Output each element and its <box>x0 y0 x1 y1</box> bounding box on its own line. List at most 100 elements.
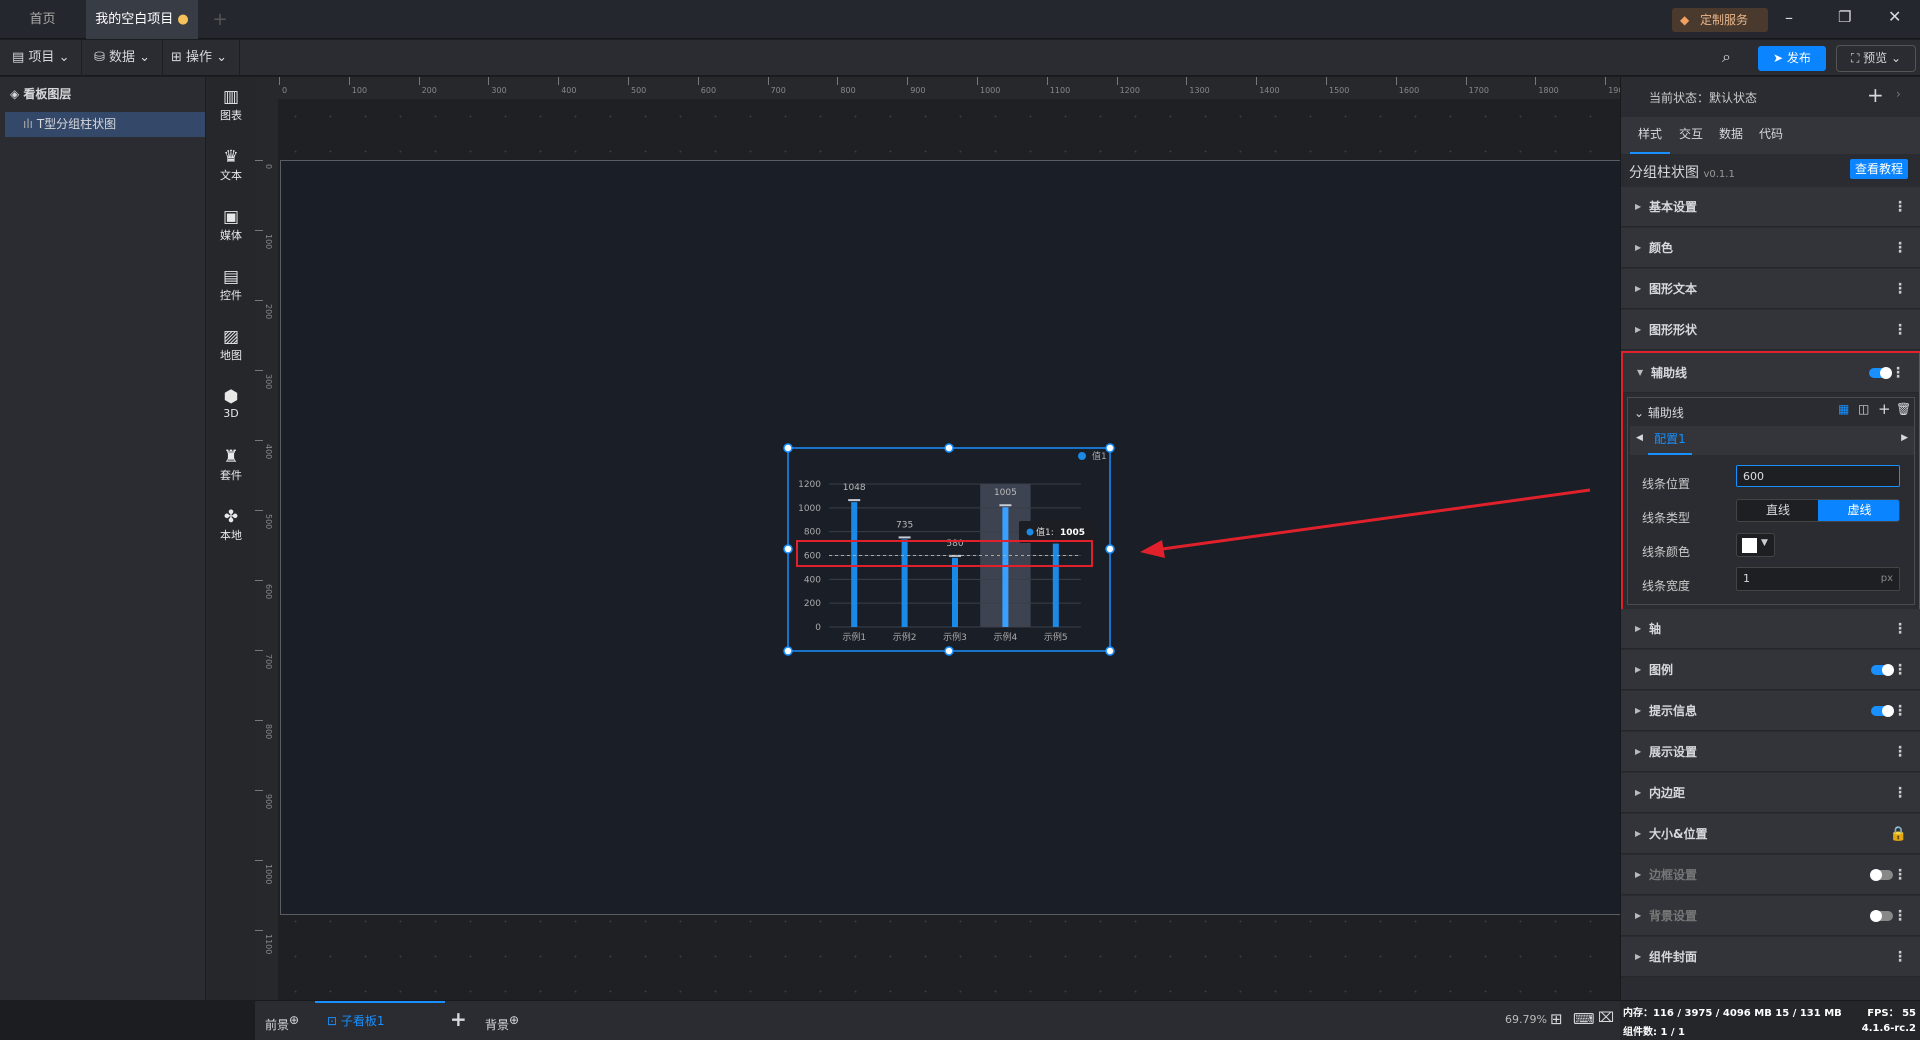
caret-right-icon: ▶ <box>1635 870 1642 879</box>
section-guide[interactable]: ▼ 辅助线 ⋮ <box>1623 353 1919 393</box>
bar-cap <box>999 504 1012 507</box>
resize-handle[interactable] <box>783 646 793 656</box>
add-icon[interactable]: + <box>1878 400 1891 418</box>
add-circle-icon[interactable]: ⊕ <box>509 1013 519 1027</box>
line-color-picker[interactable]: ▼ <box>1736 533 1775 557</box>
section-row[interactable]: ▶ 图形文本 ⋮ <box>1621 269 1920 309</box>
section-toggle[interactable] <box>1870 869 1893 881</box>
y-tick-label: 600 <box>804 552 821 562</box>
tab-style[interactable]: 样式 <box>1630 117 1670 154</box>
section-row[interactable]: ▶ 图例 ⋮ <box>1621 650 1920 690</box>
section-toggle[interactable] <box>1871 705 1894 717</box>
section-row[interactable]: ▶ 提示信息 ⋮ <box>1621 691 1920 731</box>
config-tab[interactable]: 配置1 <box>1648 426 1692 455</box>
add-subboard-button[interactable]: + <box>450 1007 467 1031</box>
background-tab[interactable]: 背景⊕ <box>485 1013 519 1033</box>
more-icon[interactable]: ⋮ <box>1891 353 1905 393</box>
more-icon[interactable]: ⋮ <box>1893 691 1907 731</box>
more-icon[interactable]: ⋮ <box>1893 269 1907 309</box>
subboard-tab[interactable]: ⊡ 子看板1 <box>315 1001 445 1040</box>
tab-code[interactable]: 代码 <box>1751 117 1791 151</box>
section-label: 大小&位置 <box>1649 827 1708 841</box>
resize-handle[interactable] <box>1105 646 1115 656</box>
trash-icon[interactable]: 🗑 <box>1896 402 1911 416</box>
section-row[interactable]: ▶ 边框设置 ⋮ <box>1621 855 1920 895</box>
resize-handle[interactable] <box>944 443 954 453</box>
selection-frame[interactable] <box>787 447 1111 652</box>
y-tick-label: 400 <box>804 575 821 585</box>
guide-sub-title: 辅助线 <box>1647 406 1684 420</box>
legend-marker[interactable] <box>1078 452 1086 460</box>
section-row[interactable]: ▶ 轴 ⋮ <box>1621 609 1920 649</box>
more-icon[interactable]: ⋮ <box>1893 650 1907 690</box>
section-row[interactable]: ▶ 图形形状 ⋮ <box>1621 310 1920 350</box>
lock-icon[interactable]: 🔒 <box>1890 814 1907 854</box>
tutorial-button[interactable]: 查看教程 <box>1850 159 1908 179</box>
bar-cap <box>898 536 911 539</box>
more-icon[interactable]: ⋮ <box>1893 609 1907 649</box>
bar[interactable] <box>1052 543 1059 627</box>
section-label: 内边距 <box>1649 786 1686 800</box>
section-row[interactable]: ▶ 内边距 ⋮ <box>1621 773 1920 813</box>
add-circle-icon[interactable]: ⊕ <box>289 1013 299 1027</box>
properties-panel: 当前状态：默认状态 + › 样式 交互 数据 代码 分组柱状图 v0.1.1 查… <box>1620 77 1920 1000</box>
section-toggle[interactable] <box>1871 664 1894 676</box>
more-icon[interactable]: ⋮ <box>1893 896 1907 936</box>
foreground-tab[interactable]: 前景⊕ <box>265 1013 299 1033</box>
section-label: 图例 <box>1649 663 1674 677</box>
more-icon[interactable]: ⋮ <box>1893 187 1907 227</box>
tab-interaction[interactable]: 交互 <box>1671 117 1711 151</box>
bar[interactable] <box>851 502 858 627</box>
bar[interactable] <box>1002 507 1009 627</box>
color-label: 线条颜色 <box>1642 545 1691 559</box>
resize-handle[interactable] <box>944 646 954 656</box>
resize-handle[interactable] <box>1105 443 1115 453</box>
caret-right-icon: ▶ <box>1635 747 1642 756</box>
resize-handle[interactable] <box>783 443 793 453</box>
chevron-right-icon[interactable]: › <box>1896 87 1901 101</box>
keyboard-icon[interactable]: ⌨ <box>1573 1010 1595 1028</box>
line-type-dashed[interactable]: 虚线 <box>1818 500 1899 521</box>
guide-toggle[interactable] <box>1869 367 1892 379</box>
grid-layout-icon[interactable]: ◫ <box>1858 402 1869 416</box>
resize-handle[interactable] <box>783 544 793 554</box>
section-row[interactable]: ▶ 基本设置 ⋮ <box>1621 187 1920 227</box>
line-type-solid[interactable]: 直线 <box>1737 500 1819 521</box>
more-icon[interactable]: ⋮ <box>1893 310 1907 350</box>
more-icon[interactable]: ⋮ <box>1893 855 1907 895</box>
position-label: 线条位置 <box>1642 477 1691 491</box>
terminal-icon[interactable]: ⌧ <box>1598 1010 1614 1026</box>
tab-prev-icon[interactable]: ◀ <box>1636 433 1643 443</box>
legend-label[interactable]: 值1 <box>1092 450 1107 462</box>
y-tick-label: 200 <box>804 599 821 609</box>
caret-right-icon: ▶ <box>1635 325 1642 334</box>
memory-status: 内存：116 / 3975 / 4096 MB 15 / 131 MB <box>1623 1008 1842 1019</box>
bar-cap <box>848 499 861 502</box>
tab-next-icon[interactable]: ▶ <box>1901 433 1908 443</box>
table-layout-icon[interactable]: ▦ <box>1838 402 1849 416</box>
section-row[interactable]: ▶ 组件封面 ⋮ <box>1621 937 1920 977</box>
more-icon[interactable]: ⋮ <box>1893 732 1907 772</box>
line-position-input[interactable] <box>1736 465 1900 487</box>
resize-handle[interactable] <box>1105 544 1115 554</box>
line-width-input[interactable]: 1 px <box>1736 567 1900 591</box>
more-icon[interactable]: ⋮ <box>1893 228 1907 268</box>
bar[interactable] <box>952 557 958 627</box>
section-toggle[interactable] <box>1870 910 1893 922</box>
fit-screen-icon[interactable]: ⊞ <box>1550 1010 1563 1028</box>
bar[interactable] <box>901 539 908 627</box>
caret-right-icon: ▶ <box>1635 952 1642 961</box>
current-state: 当前状态：默认状态 <box>1649 91 1758 105</box>
more-icon[interactable]: ⋮ <box>1893 773 1907 813</box>
section-row[interactable]: ▶ 颜色 ⋮ <box>1621 228 1920 268</box>
section-row[interactable]: ▶ 展示设置 ⋮ <box>1621 732 1920 772</box>
guide-subheader[interactable]: ⌄ 辅助线 <box>1634 404 1684 421</box>
add-state-button[interactable]: + <box>1867 83 1884 107</box>
section-row[interactable]: ▶ 大小&位置 🔒 <box>1621 814 1920 854</box>
caret-right-icon: ▶ <box>1635 829 1642 838</box>
more-icon[interactable]: ⋮ <box>1893 937 1907 977</box>
data-label: 1005 <box>994 488 1017 498</box>
tab-data[interactable]: 数据 <box>1711 117 1751 151</box>
caret-right-icon: ▶ <box>1635 788 1642 797</box>
section-row[interactable]: ▶ 背景设置 ⋮ <box>1621 896 1920 936</box>
